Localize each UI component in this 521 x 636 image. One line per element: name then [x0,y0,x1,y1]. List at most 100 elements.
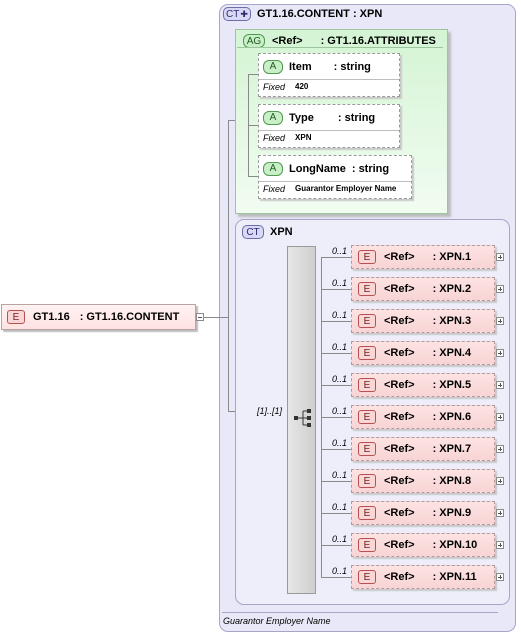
child-occurrence: 0..1 [332,406,348,416]
sequence-occurrence: [1]..[1] [257,406,283,416]
child-connector [321,481,351,482]
child-element-box[interactable]: E <Ref> : XPN.11 [351,565,495,589]
attribute-type: : string [333,60,371,73]
attribute-longname-box[interactable]: A LongName : string Fixed Guarantor Emplo… [258,155,412,199]
attribute-group-type: : GT1.16.ATTRIBUTES [320,35,436,47]
expand-icon[interactable] [496,573,504,581]
child-occurrence: 0..1 [332,438,348,448]
child-ref: <Ref> [384,571,415,583]
fixed-value: Guarantor Employer Name [295,184,397,193]
expand-icon[interactable] [496,285,504,293]
child-element-box[interactable]: E <Ref> : XPN.10 [351,533,495,557]
child-occurrence: 0..1 [332,470,348,480]
child-type: : XPN.8 [432,475,472,487]
child-element-box[interactable]: E <Ref>: XPN.2 [351,277,495,301]
child-ref: <Ref> [384,475,415,487]
element-badge-icon: E [358,506,376,520]
fixed-label: Fixed [263,184,286,194]
root-element-box[interactable]: E GT1.16 : GT1.16.CONTENT [1,304,196,330]
expand-icon[interactable] [496,445,504,453]
child-element-box[interactable]: E <Ref>: XPN.6 [351,405,495,429]
child-connector [321,385,351,386]
child-connector [321,577,351,578]
child-occurrence: 0..1 [332,278,348,288]
child-element-box[interactable]: E <Ref> : XPN.7 [351,437,495,461]
child-type: : XPN.11 [432,571,477,583]
child-element-box[interactable]: E <Ref>: XPN.3 [351,309,495,333]
attribute-type-box[interactable]: A Type : string Fixed XPN [258,104,400,148]
child-connector [321,513,351,514]
child-connector [321,545,351,546]
child-type: : XPN.5 [432,379,472,391]
expand-icon[interactable] [496,253,504,261]
child-type: : XPN.10 [432,539,478,551]
child-occurrence: 0..1 [332,566,348,576]
element-badge-icon: E [358,250,376,264]
element-badge-icon: E [358,346,376,360]
child-ref: <Ref> [384,251,415,263]
expand-icon[interactable] [496,317,504,325]
root-element-type: : GT1.16.CONTENT [79,311,180,323]
fixed-value: XPN [295,133,312,142]
complex-type-badge-icon: CT ✚ [223,7,251,21]
child-element-box[interactable]: E <Ref> : XPN.8 [351,469,495,493]
child-element-box[interactable]: E <Ref>: XPN.9 [351,501,495,525]
child-ref: <Ref> [384,347,415,359]
complex-type-badge-icon: CT [242,225,264,239]
element-badge-icon: E [358,474,376,488]
child-occurrence: 0..1 [332,502,348,512]
child-ref: <Ref> [384,443,415,455]
xpn-type-header: CT XPN [242,225,293,239]
child-element-box[interactable]: E <Ref> : XPN.5 [351,373,495,397]
child-ref: <Ref> [384,283,415,295]
expand-icon[interactable] [496,541,504,549]
element-badge-icon: E [358,538,376,552]
child-connector [321,449,351,450]
attribute-name: LongName [289,162,346,175]
content-type-title: GT1.16.CONTENT : XPN [257,8,383,20]
child-element-box[interactable]: E <Ref> : XPN.4 [351,341,495,365]
element-badge-icon: E [358,570,376,584]
fixed-label: Fixed [263,133,286,143]
expand-icon[interactable] [496,477,504,485]
element-badge-icon: E [358,282,376,296]
collapse-icon[interactable] [196,313,204,321]
child-ref: <Ref> [384,507,415,519]
attribute-group-badge-icon: AG [243,34,265,48]
expand-icon[interactable] [496,381,504,389]
root-element-name: GT1.16 [33,311,70,323]
child-connector [321,353,351,354]
attribute-name: Type [289,111,314,124]
child-occurrence: 0..1 [332,534,348,544]
attribute-badge-icon: A [263,110,283,125]
expand-icon[interactable] [496,509,504,517]
child-element-box[interactable]: E <Ref>: XPN.1 [351,245,495,269]
element-badge-icon: E [7,310,25,324]
element-badge-icon: E [358,410,376,424]
attribute-item-box[interactable]: A Item : string Fixed 420 [258,53,400,97]
child-ref: <Ref> [384,315,415,327]
element-badge-icon: E [358,378,376,392]
attribute-badge-icon: A [263,161,283,176]
child-ref: <Ref> [384,539,415,551]
sequence-icon [294,409,311,427]
annotation-text: Guarantor Employer Name [223,616,331,626]
attribute-group-header: AG <Ref> : GT1.16.ATTRIBUTES [243,34,436,48]
child-occurrence: 0..1 [332,342,348,352]
attribute-type: : string [351,162,390,175]
expand-icon[interactable] [496,349,504,357]
child-occurrence: 0..1 [332,374,348,384]
element-badge-icon: E [358,442,376,456]
child-type: : XPN.7 [432,443,472,455]
expand-icon[interactable] [496,413,504,421]
child-type: : XPN.4 [432,347,472,359]
child-ref: <Ref> [384,411,415,423]
fixed-label: Fixed [263,82,286,92]
element-badge-icon: E [358,314,376,328]
child-ref: <Ref> [384,379,415,391]
child-occurrence: 0..1 [332,310,348,320]
child-connector [321,321,351,322]
attribute-group-ref: <Ref> [272,35,303,47]
content-type-header: CT ✚ GT1.16.CONTENT : XPN [223,7,382,21]
attribute-type: : string [337,111,376,124]
